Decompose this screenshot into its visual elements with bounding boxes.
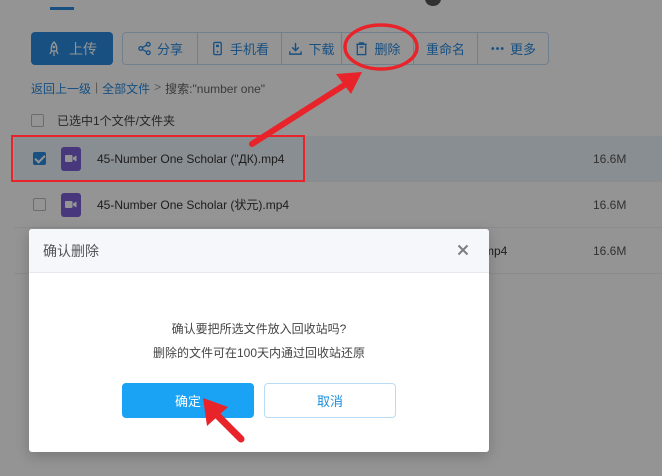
confirm-delete-dialog: 确认删除 确认要把所选文件放入回收站吗? 删除的文件可在100天内通过回收站还原… (29, 229, 489, 452)
confirm-ok-label: 确定 (174, 394, 201, 409)
cancel-button[interactable]: 取消 (264, 383, 396, 418)
dialog-header: 确认删除 (29, 229, 489, 273)
close-icon[interactable] (455, 242, 471, 258)
dialog-message-line2: 删除的文件可在100天内通过回收站还原 (152, 346, 366, 360)
cancel-label: 取消 (316, 394, 343, 409)
confirm-ok-button[interactable]: 确定 (122, 383, 254, 418)
dialog-message-line1: 确认要把所选文件放入回收站吗? (171, 322, 347, 336)
dialog-title: 确认删除 (43, 242, 99, 259)
